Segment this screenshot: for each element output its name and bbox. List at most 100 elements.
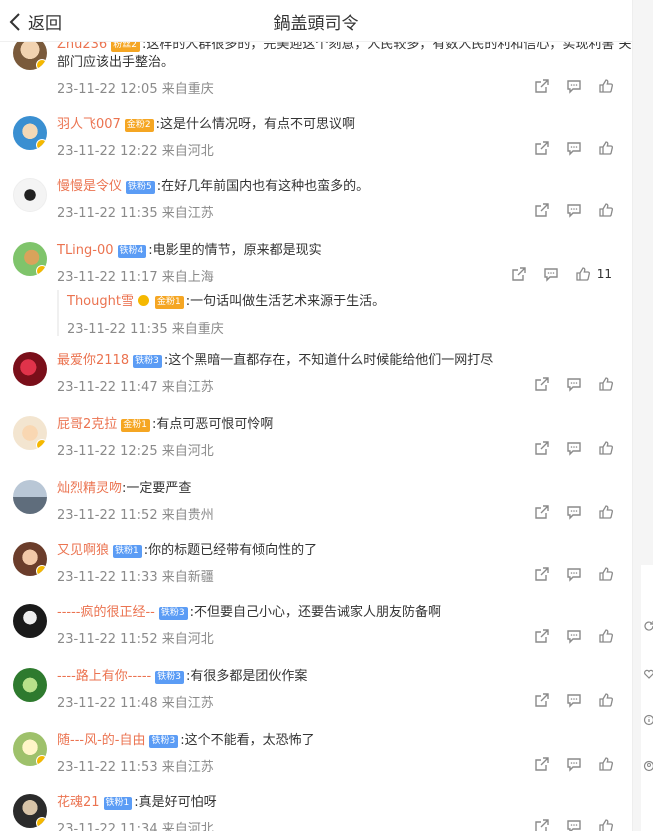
share-icon[interactable]	[534, 756, 550, 772]
comment-icon[interactable]	[566, 440, 582, 456]
avatar[interactable]	[13, 480, 47, 514]
like-icon[interactable]	[598, 202, 614, 218]
share-icon[interactable]	[534, 628, 550, 644]
comment-meta: 23-11-22 11:33 来自新疆	[57, 570, 214, 585]
like-icon[interactable]	[598, 628, 614, 644]
like-icon[interactable]	[598, 566, 614, 582]
username-link[interactable]: 屁哥2克拉	[57, 417, 117, 432]
share-icon[interactable]	[534, 78, 550, 94]
like-icon[interactable]	[598, 140, 614, 156]
share-icon[interactable]	[534, 818, 550, 831]
comment-item: 最爱你2118 铁粉3:这个黑暗一直都存在，不知道什么时候能给他们一网打尽 23-…	[0, 348, 632, 398]
comment-icon[interactable]	[566, 504, 582, 520]
comment-icon[interactable]	[566, 692, 582, 708]
avatar[interactable]	[13, 178, 47, 212]
comment-actions	[518, 504, 614, 520]
comment-icon[interactable]	[566, 202, 582, 218]
share-icon[interactable]	[534, 376, 550, 392]
comment-icon[interactable]	[566, 756, 582, 772]
avatar[interactable]	[13, 604, 47, 638]
comment-actions	[518, 140, 614, 156]
like-icon[interactable]	[598, 756, 614, 772]
reply-meta: 23-11-22 11:35 来自重庆	[67, 322, 224, 337]
comment-actions	[518, 628, 614, 644]
comment-text: :在好几年前国内也有这种也蛮多的。	[156, 179, 370, 194]
comment-text: :有点可恶可恨可怜啊	[152, 417, 274, 432]
username-link[interactable]: ----路上有你-----	[57, 669, 151, 684]
comment-text: :真是好可怕呀	[134, 795, 217, 810]
comment-icon[interactable]	[566, 376, 582, 392]
avatar[interactable]	[13, 732, 47, 766]
username-link[interactable]: 又见啊狼	[57, 543, 109, 558]
comment-icon[interactable]	[566, 78, 582, 94]
reply-block: Thought雪 金粉1:一句话叫做生活艺术来源于生活。 23-11-22 11:…	[57, 290, 617, 337]
username-link[interactable]: TLing-00	[57, 243, 114, 258]
avatar[interactable]	[13, 116, 47, 150]
comment-text: :这个黑暗一直都存在，不知道什么时候能给他们一网打尽	[163, 353, 494, 368]
avatar[interactable]	[13, 352, 47, 386]
share-icon[interactable]	[534, 202, 550, 218]
username-link[interactable]: 最爱你2118	[57, 353, 129, 368]
share-icon[interactable]	[534, 692, 550, 708]
share-icon[interactable]	[534, 504, 550, 520]
verified-badge-icon	[36, 139, 47, 150]
comment-meta: 23-11-22 11:52 来自河北	[57, 632, 214, 647]
fan-badge: 铁粉5	[126, 181, 155, 194]
fan-badge: 铁粉3	[155, 671, 184, 684]
avatar[interactable]	[13, 668, 47, 702]
avatar[interactable]	[13, 242, 47, 276]
comment-list[interactable]: Zhu236 粉丝2:这样的人群很多的，完美迎这个刻意，人民较多，有数人民的利和信…	[0, 0, 632, 831]
like-icon[interactable]	[598, 504, 614, 520]
comment-icon[interactable]	[566, 566, 582, 582]
share-icon[interactable]	[534, 440, 550, 456]
like-icon[interactable]	[575, 266, 591, 282]
username-link[interactable]: 羽人飞007	[57, 117, 121, 132]
like-icon[interactable]	[598, 376, 614, 392]
comment-icon[interactable]	[566, 818, 582, 831]
comment-line: 羽人飞007 金粉2:这是什么情况呀，有点不可思议啊	[57, 116, 355, 134]
comment-icon[interactable]	[543, 266, 559, 282]
like-icon[interactable]	[598, 440, 614, 456]
comment-text: :有很多都是团伙作案	[185, 669, 308, 684]
reply-username-link[interactable]: Thought雪	[67, 294, 134, 309]
comment-item: 花魂21 铁粉1:真是好可怕呀 23-11-22 11:34 来自河北	[0, 790, 632, 831]
comment-actions	[518, 376, 614, 392]
username-link[interactable]: 慢慢是令仪	[57, 179, 122, 194]
avatar[interactable]	[13, 794, 47, 828]
user-icon[interactable]	[643, 760, 653, 772]
comment-item: 屁哥2克拉 金粉1:有点可恶可恨可怜啊 23-11-22 12:25 来自河北	[0, 412, 632, 462]
refresh-icon[interactable]	[643, 620, 653, 632]
comment-line: -----疯的很正经-- 铁粉3:不但要自己小心，还要告诫家人朋友防备啊	[57, 604, 441, 622]
avatar[interactable]	[13, 416, 47, 450]
comment-meta: 23-11-22 11:34 来自河北	[57, 822, 214, 831]
heart-icon[interactable]	[643, 668, 653, 680]
comment-text: :这是什么情况呀，有点不可思议啊	[155, 117, 355, 132]
share-icon[interactable]	[511, 266, 527, 282]
verified-badge-icon	[36, 59, 47, 70]
fan-badge: 铁粉1	[103, 797, 133, 810]
comment-actions	[518, 818, 614, 831]
comment-text: :你的标题已经带有倾向性的了	[143, 543, 318, 558]
share-icon[interactable]	[534, 566, 550, 582]
info-icon[interactable]	[643, 714, 653, 726]
comment-icon[interactable]	[566, 140, 582, 156]
comment-actions	[518, 692, 614, 708]
share-icon[interactable]	[534, 140, 550, 156]
username-link[interactable]: 随---风-的-自由	[57, 733, 145, 748]
comment-icon[interactable]	[566, 628, 582, 644]
fan-badge: 金粉2	[124, 119, 154, 132]
comment-line: 随---风-的-自由 铁粉3:这个不能看，太恐怖了	[57, 732, 315, 750]
username-link[interactable]: 花魂21	[57, 795, 100, 810]
username-link[interactable]: 灿烈精灵吻	[57, 481, 122, 496]
like-icon[interactable]	[598, 692, 614, 708]
like-icon[interactable]	[598, 78, 614, 94]
comment-item: 慢慢是令仪 铁粉5:在好几年前国内也有这种也蛮多的。 23-11-22 11:35…	[0, 174, 632, 224]
verified-badge-icon	[36, 265, 47, 276]
username-link[interactable]: -----疯的很正经--	[57, 605, 155, 620]
avatar[interactable]	[13, 542, 47, 576]
like-icon[interactable]	[598, 818, 614, 831]
comment-actions	[518, 756, 614, 772]
comment-meta: 23-11-22 12:22 来自河北	[57, 144, 214, 159]
comment-meta: 23-11-22 12:05 来自重庆	[57, 82, 214, 97]
comment-text: :不但要自己小心，还要告诫家人朋友防备啊	[189, 605, 441, 620]
